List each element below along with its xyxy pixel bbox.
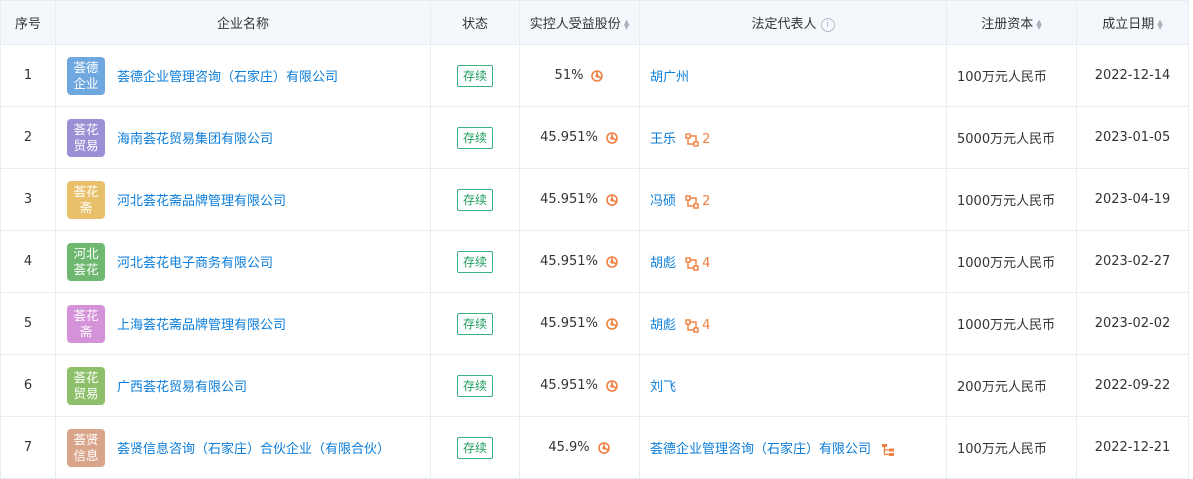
relation-badge[interactable]: 4 (685, 256, 710, 271)
establish-date: 2022-12-14 (1076, 44, 1189, 107)
company-logo[interactable]: 河北 荟花 (67, 242, 105, 281)
relation-badge[interactable]: 2 (685, 132, 710, 147)
company-logo[interactable]: 荟花斋 (67, 304, 105, 343)
legal-representative-link[interactable]: 胡彪 (650, 256, 676, 271)
header-index: 序号 (0, 0, 56, 45)
legal-representative-link[interactable]: 荟德企业管理咨询（石家庄）有限公司 (650, 442, 871, 457)
equity-chart-icon[interactable] (605, 131, 619, 145)
relation-graph-icon (685, 318, 699, 333)
relation-badge[interactable]: 4 (685, 318, 710, 333)
registered-capital: 100万元人民币 (946, 416, 1077, 479)
table-header-row: 序号 企业名称 状态 实控人受益股份 ▲ ▼ 法定代表人 i 注册资本 ▲ ▼ 成立日期 ▲… (0, 0, 1189, 45)
relation-count: 2 (702, 194, 711, 209)
row-index: 3 (0, 168, 56, 231)
establish-date: 2022-12-21 (1076, 416, 1189, 479)
establish-date: 2023-02-27 (1076, 230, 1189, 293)
share-value: 45.951% (540, 130, 598, 145)
share-value: 45.951% (540, 254, 598, 269)
header-date[interactable]: 成立日期 ▲ ▼ (1076, 0, 1189, 45)
establish-date: 2023-04-19 (1076, 168, 1189, 231)
company-logo[interactable]: 荟德 企业 (67, 56, 105, 95)
establish-date: 2022-09-22 (1076, 354, 1189, 417)
table-row: 5 荟花斋 上海荟花斋品牌管理有限公司 存续 45.951% 胡彪 4 1000… (0, 292, 1189, 355)
share-value: 45.951% (540, 316, 598, 331)
header-status: 状态 (430, 0, 520, 45)
company-logo[interactable]: 荟贤 信息 (67, 428, 105, 467)
equity-chart-icon[interactable] (605, 255, 619, 269)
row-index: 6 (0, 354, 56, 417)
table-row: 2 荟花 贸易 海南荟花贸易集团有限公司 存续 45.951% 王乐 2 500… (0, 106, 1189, 169)
sort-icon[interactable]: ▲ ▼ (624, 18, 629, 30)
status-badge: 存续 (456, 374, 493, 397)
registered-capital: 1000万元人民币 (946, 168, 1077, 231)
registered-capital: 5000万元人民币 (946, 106, 1077, 169)
row-index: 1 (0, 44, 56, 107)
equity-chart-icon[interactable] (605, 317, 619, 331)
legal-representative-link[interactable]: 冯硕 (650, 194, 676, 209)
legal-representative-link[interactable]: 刘飞 (650, 380, 676, 395)
header-legal: 法定代表人 i (639, 0, 947, 45)
relation-count: 2 (702, 132, 711, 147)
relation-count: 4 (702, 318, 711, 333)
registered-capital: 1000万元人民币 (946, 292, 1077, 355)
corporate-structure-icon[interactable] (881, 443, 895, 457)
sort-icon[interactable]: ▲ ▼ (1157, 18, 1162, 30)
header-capital[interactable]: 注册资本 ▲ ▼ (946, 0, 1077, 45)
table-row: 4 河北 荟花 河北荟花电子商务有限公司 存续 45.951% 胡彪 4 100… (0, 230, 1189, 293)
table-row: 1 荟德企业 荟德企业管理咨询（石家庄）有限公司 存续 51% 胡广州 100 (0, 44, 1189, 107)
establish-date: 2023-02-02 (1076, 292, 1189, 355)
company-name-link[interactable]: 河北荟花斋品牌管理有限公司 (117, 190, 286, 209)
share-value: 45.951% (540, 192, 598, 207)
company-logo[interactable]: 荟花 贸易 (67, 118, 105, 157)
table-row: 3 荟花斋 河北荟花斋品牌管理有限公司 存续 45.951% 冯硕 2 1000… (0, 168, 1189, 231)
status-badge: 存续 (456, 64, 493, 87)
company-name-link[interactable]: 河北荟花电子商务有限公司 (117, 252, 273, 271)
legal-representative-link[interactable]: 王乐 (650, 132, 676, 147)
status-badge: 存续 (456, 436, 493, 459)
info-icon[interactable]: i (820, 17, 835, 32)
row-index: 5 (0, 292, 56, 355)
sort-icon[interactable]: ▲ ▼ (1036, 18, 1041, 30)
relation-graph-icon (685, 256, 699, 271)
row-index: 4 (0, 230, 56, 293)
row-index: 7 (0, 416, 56, 479)
registered-capital: 200万元人民币 (946, 354, 1077, 417)
table-row: 6 荟花贸易 广西荟花贸易有限公司 存续 45.951% 刘飞 200万元人民 (0, 354, 1189, 417)
company-name-link[interactable]: 上海荟花斋品牌管理有限公司 (117, 314, 286, 333)
company-name-link[interactable]: 海南荟花贸易集团有限公司 (117, 128, 273, 147)
equity-chart-icon[interactable] (605, 193, 619, 207)
company-logo[interactable]: 荟花 贸易 (67, 366, 105, 405)
company-logo[interactable]: 荟花斋 (67, 180, 105, 219)
row-index: 2 (0, 106, 56, 169)
equity-chart-icon[interactable] (597, 441, 611, 455)
header-shares[interactable]: 实控人受益股份 ▲ ▼ (519, 0, 640, 45)
company-name-link[interactable]: 广西荟花贸易有限公司 (117, 376, 247, 395)
establish-date: 2023-01-05 (1076, 106, 1189, 169)
status-badge: 存续 (456, 126, 493, 149)
table-row: 7 荟贤 信息 荟贤信息咨询（石家庄）合伙企业（有限合伙） 存续 45.9% 荟德… (0, 416, 1189, 479)
status-badge: 存续 (456, 188, 493, 211)
equity-chart-icon[interactable] (605, 379, 619, 393)
legal-representative-link[interactable]: 胡广州 (650, 70, 689, 85)
relation-badge[interactable]: 2 (685, 194, 710, 209)
registered-capital: 100万元人民币 (946, 44, 1077, 107)
status-badge: 存续 (456, 312, 493, 335)
status-badge: 存续 (456, 250, 493, 273)
company-name-link[interactable]: 荟德企业管理咨询（石家庄）有限公司 (117, 66, 338, 85)
legal-representative-link[interactable]: 胡彪 (650, 318, 676, 333)
relation-count: 4 (702, 256, 711, 271)
company-name-link[interactable]: 荟贤信息咨询（石家庄）合伙企业（有限合伙） (117, 438, 390, 457)
equity-chart-icon[interactable] (590, 69, 604, 83)
relation-graph-icon (685, 194, 699, 209)
relation-graph-icon (685, 132, 699, 147)
share-value: 51% (554, 68, 584, 83)
share-value: 45.9% (548, 440, 590, 455)
share-value: 45.951% (540, 378, 598, 393)
header-company: 企业名称 (55, 0, 431, 45)
company-table: 序号 企业名称 状态 实控人受益股份 ▲ ▼ 法定代表人 i 注册资本 ▲ ▼ 成立日期 ▲… (0, 0, 1189, 479)
registered-capital: 1000万元人民币 (946, 230, 1077, 293)
